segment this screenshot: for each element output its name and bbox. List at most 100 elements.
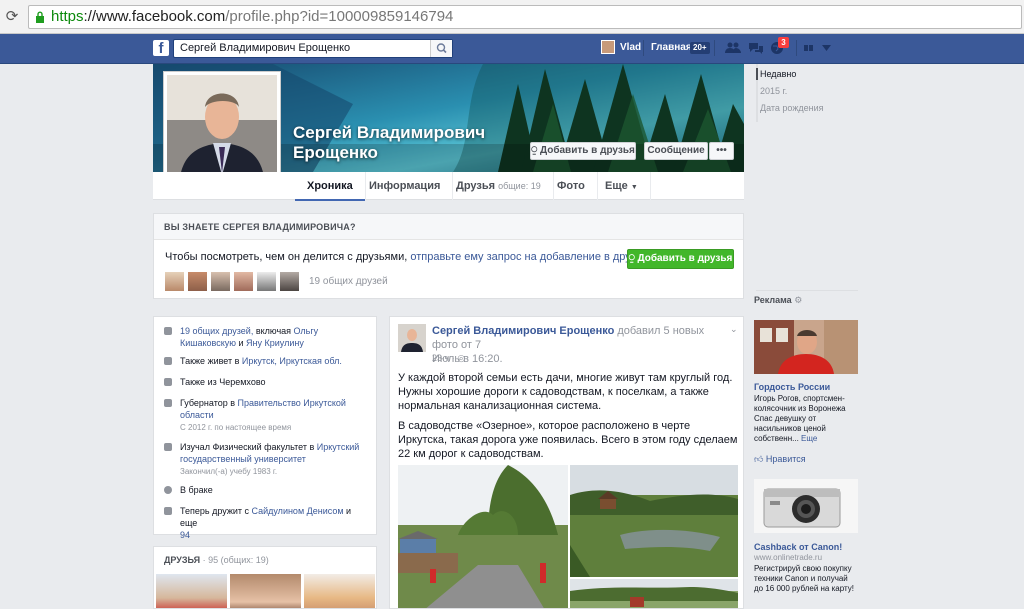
facebook-topbar: f Сергей Владимирович Ерощенко Vlad Глав… [0,34,1024,64]
friends-box-meta: · 95 (общих: 19) [200,555,269,565]
timeline-nav-birthdate[interactable]: Дата рождения [760,103,824,113]
account-menu-chevron-down-icon[interactable] [822,45,831,51]
url-path: /profile.php?id=100009859146794 [225,8,454,25]
audience-globe-icon: ◎ [457,353,466,363]
post-photo-3[interactable] [570,579,738,608]
mutual-friend-avatar[interactable] [187,271,208,292]
graduation-cap-icon [164,443,172,451]
mutual-friend-avatar[interactable] [210,271,231,292]
friend-tile[interactable] [230,574,301,608]
tab-more[interactable]: Еще ▼ [593,172,651,200]
friend-link-denis[interactable]: Сайдулином Денисом [252,506,344,516]
post-timestamp[interactable]: 23 ч · ◎ [432,353,465,364]
ad1-photo-image [754,320,858,374]
friends-box-header: ДРУЗЬЯ · 95 (общих: 19) [164,555,269,565]
add-friend-green-button[interactable]: ⍜ Добавить в друзья [627,249,734,269]
intro-text: Также живет в [180,356,242,366]
ad1-image[interactable] [754,320,858,374]
post-photo-2[interactable] [570,465,738,577]
timeline-nav-active-marker [756,68,758,80]
briefcase-icon [164,399,172,407]
intro-text: В браке [180,485,213,495]
user-avatar[interactable] [601,40,615,54]
more-friends-count-link[interactable]: 94 [180,530,190,540]
like-thumb-icon: 👍︎ [754,454,764,464]
tab-friends[interactable]: Друзья общие: 19 [444,172,554,200]
heart-icon [164,486,172,494]
mutual-friends-link[interactable]: 19 общих друзей, [180,326,253,336]
post-author-avatar[interactable] [398,324,426,352]
city-link-irkutsk[interactable]: Иркутск, Иркутская обл. [242,356,342,366]
right-column: Недавно 2015 г. Дата рождения Реклама ⚙ … [754,64,1024,609]
ad1-title[interactable]: Гордость России [754,382,830,392]
url-host: ://www.facebook.com [83,8,226,25]
ads-settings-icon[interactable]: ⚙ [794,295,802,305]
user-name-link[interactable]: Vlad [620,42,641,53]
url-text: https://www.facebook.com/profile.php?id=… [51,8,453,26]
reload-icon[interactable]: ⟳ [4,8,20,24]
friends-icon [164,507,172,515]
profile-name-line2: Ерощенко [293,143,378,162]
ad1-more-link[interactable]: Еще [801,434,817,443]
mutual-friend-avatar[interactable] [164,271,185,292]
browser-toolbar: ⟳ https://www.facebook.com/profile.php?i… [0,0,1024,34]
post-paragraph-1: У каждой второй семьи есть дачи, многие … [398,372,733,412]
divider [796,40,797,56]
ad1-like-button[interactable]: 👍︎ Нравится [754,454,806,465]
mutual-friends-count[interactable]: 19 общих друзей [309,276,388,287]
ad2-title[interactable]: Cashback от Canon! [754,542,842,552]
ad1-like-label: Нравится [765,454,806,464]
messages-icon[interactable] [748,42,764,54]
mutual-friend-avatar[interactable] [233,271,254,292]
facebook-logo-icon[interactable]: f [153,40,169,57]
search-input[interactable]: Сергей Владимирович Ерощенко [173,39,453,58]
tab-timeline[interactable]: Хроника [295,172,366,201]
friend-requests-icon[interactable] [725,42,741,54]
timeline-nav-recent[interactable]: Недавно [760,69,796,79]
tab-more-label: Еще [605,180,628,192]
home-link[interactable]: Главная [651,42,692,53]
more-options-button[interactable]: ••• [709,142,734,160]
ad2-image[interactable] [754,479,858,533]
divider [714,40,715,56]
mutual-friend-avatar[interactable] [279,271,300,292]
privacy-shortcuts-icon[interactable] [804,43,816,53]
lake-photo-image [570,465,738,577]
post-author-link[interactable]: Сергей Владимирович Ерощенко [432,325,614,337]
intro-education: Изучал Физический факультет в Иркутский … [164,441,369,478]
add-friend-green-label: Добавить в друзья [637,253,733,264]
divider [756,290,858,291]
post-photo-1[interactable] [398,465,568,608]
intro-text: Также из Черемхово [180,377,266,387]
notification-count-badge: 3 [778,37,789,48]
intro-lives-in: Также живет в Иркутск, Иркутская обл. [164,355,369,367]
home-icon [164,357,172,365]
intro-text: Теперь дружит с [180,506,252,516]
friends-box: ДРУЗЬЯ · 95 (общих: 19) [153,546,377,609]
friend-tile[interactable] [304,574,375,608]
add-friend-icon: ⍜ [531,145,540,156]
add-friend-label: Добавить в друзья [539,145,635,156]
post-header: Сергей Владимирович Ерощенко добавил 5 н… [432,324,732,366]
post-menu-chevron-icon[interactable]: ⌄ [730,324,738,335]
url-scheme: https [51,8,84,25]
friends-icon [164,327,172,335]
road-photo-image [398,465,568,608]
address-bar[interactable]: https://www.facebook.com/profile.php?id=… [28,5,1022,29]
profile-photo-image [167,75,277,185]
tab-timeline-label: Хроника [307,180,353,192]
intro-box: 19 общих друзей, включая Ольгу Кишаковск… [153,316,377,540]
friends-box-title[interactable]: ДРУЗЬЯ [164,555,200,565]
add-friend-button[interactable]: ⍜ Добавить в друзья [530,142,636,160]
friend-tile[interactable] [156,574,227,608]
message-button[interactable]: Сообщение [644,142,708,160]
mutual-friend-avatar[interactable] [256,271,277,292]
send-request-link[interactable]: отправьте ему запрос на добавление в дру… [410,251,650,263]
friend-link-yana[interactable]: Яну Криулину [246,338,304,348]
tab-photos[interactable]: Фото [545,172,598,200]
timeline-nav-2015[interactable]: 2015 г. [760,86,787,96]
profile-name[interactable]: Сергей Владимирович Ерощенко [293,123,523,163]
timeline-post: Сергей Владимирович Ерощенко добавил 5 н… [389,316,744,609]
search-button[interactable] [430,40,452,57]
tab-info[interactable]: Информация [357,172,454,200]
